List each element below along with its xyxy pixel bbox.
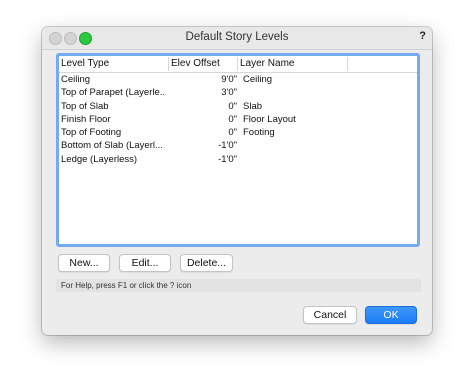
list-body: Ceiling 9'0" Ceiling Top of Parapet (Lay… — [59, 74, 417, 167]
edit-button[interactable]: Edit... — [119, 254, 171, 272]
layer-name-cell: Ceiling — [243, 74, 273, 85]
dialog-window: Default Story Levels ? Level Type Elev O… — [42, 27, 432, 335]
new-button[interactable]: New... — [58, 254, 110, 272]
column-divider[interactable] — [168, 57, 169, 71]
elev-offset-cell: 9'0" — [221, 74, 237, 85]
layer-name-cell: Floor Layout — [243, 113, 296, 125]
column-divider[interactable] — [237, 57, 238, 71]
elev-offset-cell: -1'0" — [218, 153, 237, 165]
help-icon[interactable]: ? — [419, 30, 426, 42]
table-row[interactable]: Bottom of Slab (Layerl... -1'0" — [59, 140, 417, 153]
story-levels-list[interactable]: Level Type Elev Offset Layer Name Ceilin… — [56, 53, 420, 247]
table-row[interactable]: Ledge (Layerless) -1'0" — [59, 154, 417, 167]
help-hint-bar: For Help, press F1 or click the ? icon — [56, 279, 421, 292]
table-row[interactable]: Ceiling 9'0" Ceiling — [59, 74, 417, 87]
elev-offset-cell: 0" — [228, 127, 237, 139]
table-row[interactable]: Top of Parapet (Layerle... 3'0" — [59, 87, 417, 100]
table-row[interactable]: Finish Floor 0" Floor Layout — [59, 114, 417, 127]
elev-offset-cell: 0" — [228, 113, 237, 125]
column-header-level-type[interactable]: Level Type — [61, 58, 109, 72]
level-type-cell: Top of Parapet (Layerle... — [61, 87, 166, 99]
elev-offset-cell: 3'0" — [221, 87, 237, 99]
level-type-cell: Finish Floor — [61, 113, 111, 125]
window-title: Default Story Levels — [185, 31, 289, 43]
elev-offset-cell: 0" — [228, 100, 237, 112]
layer-name-cell: Slab — [243, 100, 263, 112]
level-type-cell: Bottom of Slab (Layerl... — [61, 140, 163, 152]
elev-offset-cell: -1'0" — [218, 140, 237, 152]
level-type-cell: Ceiling — [61, 74, 91, 85]
table-row[interactable]: Top of Slab 0" Slab — [59, 101, 417, 114]
level-type-cell: Ledge (Layerless) — [61, 153, 138, 165]
level-type-cell: Top of Footing — [61, 127, 122, 139]
cancel-button[interactable]: Cancel — [303, 306, 357, 324]
column-divider[interactable] — [347, 57, 348, 71]
layer-name-cell: Footing — [243, 127, 275, 139]
table-row[interactable]: Top of Footing 0" Footing — [59, 127, 417, 140]
column-header-layer-name[interactable]: Layer Name — [240, 58, 294, 72]
column-header-elev-offset[interactable]: Elev Offset — [171, 58, 220, 72]
level-type-cell: Top of Slab — [61, 100, 109, 112]
list-header: Level Type Elev Offset Layer Name — [59, 56, 417, 73]
title-bar[interactable]: Default Story Levels ? — [42, 27, 432, 50]
delete-button[interactable]: Delete... — [180, 254, 233, 272]
ok-button[interactable]: OK — [365, 306, 417, 324]
